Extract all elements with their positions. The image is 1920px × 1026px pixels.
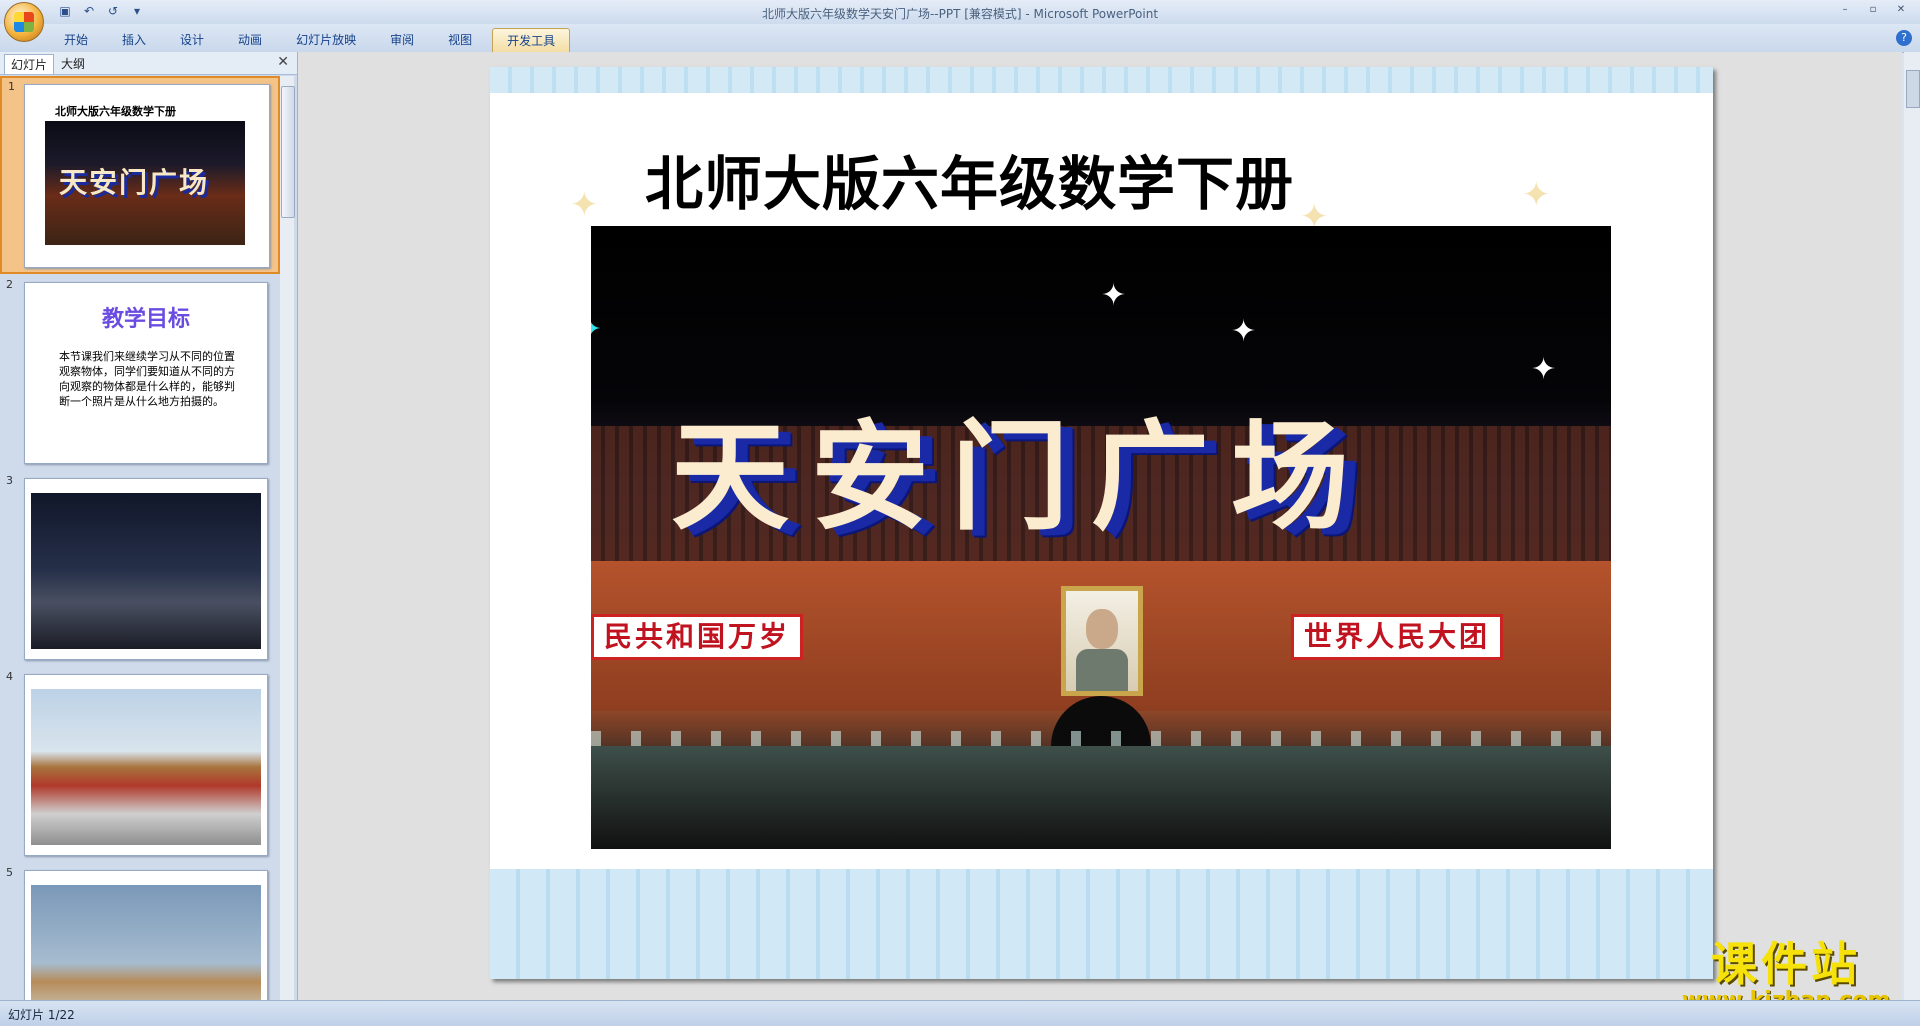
workspace-scrollbar[interactable]	[1904, 52, 1920, 1000]
tab-design[interactable]: 设计	[166, 28, 218, 52]
title-bar: ▣ ↶ ↺ ▾ 北师大版六年级数学天安门广场--PPT [兼容模式] - Mic…	[0, 0, 1920, 24]
help-icon[interactable]: ?	[1896, 30, 1912, 46]
slogan-banner-left: 民共和国万岁	[591, 614, 804, 660]
office-logo-icon	[14, 12, 34, 32]
word-art-title: 天安门广场	[671, 407, 1372, 546]
tab-slideshow[interactable]: 幻灯片放映	[282, 28, 370, 52]
slide-number: 4	[6, 670, 13, 683]
slide-thumbnail[interactable]: 2 教学目标 本节课我们来继续学习从不同的位置观察物体，同学们要知道从不同的方向…	[0, 276, 280, 472]
thumbnail-title: 北师大版六年级数学下册	[55, 105, 176, 118]
slide-counter: 幻灯片 1/22	[8, 1008, 75, 1022]
ribbon: 开始 插入 设计 动画 幻灯片放映 审阅 视图 开发工具 ?	[0, 24, 1920, 53]
thumbnail-list: 1 北师大版六年级数学下册 天安门广场 2 教学目标 本节课我们来继续学习从不同…	[0, 76, 280, 1000]
portrait-face	[1086, 609, 1118, 649]
thumbnail-title: 教学目标	[101, 307, 190, 332]
scrollbar-thumb[interactable]	[281, 86, 295, 218]
pane-close-icon[interactable]: ✕	[277, 54, 289, 70]
window-title: 北师大版六年级数学天安门广场--PPT [兼容模式] - Microsoft P…	[761, 7, 1159, 21]
decorative-band-bottom	[490, 869, 1713, 979]
slide-thumbnail[interactable]: 5	[0, 864, 280, 1000]
slide-thumbnail[interactable]: 1 北师大版六年级数学下册 天安门广场	[0, 76, 280, 274]
thumbnail-photo	[31, 493, 261, 649]
minimize-button[interactable]: –	[1832, 2, 1858, 18]
thumbnail-canvas	[24, 478, 268, 660]
tab-slides[interactable]: 幻灯片	[4, 54, 55, 74]
thumbnail-photo	[31, 689, 261, 845]
watermark-title: 课件站	[1711, 937, 1861, 991]
thumbnail-scrollbar[interactable]	[280, 76, 295, 1000]
slide-number: 2	[6, 278, 13, 291]
tab-outline[interactable]: 大纲	[55, 54, 91, 73]
slides-pane: 幻灯片 大纲 ✕ 1 北师大版六年级数学下册 天安门广场 2 教学目标 本节课我…	[0, 52, 298, 1000]
thumbnail-canvas: 教学目标 本节课我们来继续学习从不同的位置观察物体，同学们要知道从不同的方向观察…	[24, 282, 268, 464]
thumbnail-art-text: 天安门广场	[59, 166, 210, 199]
decorative-band-top	[490, 67, 1713, 93]
office-button[interactable]	[4, 2, 44, 42]
star-icon: ✦	[1101, 278, 1127, 313]
scrollbar-thumb[interactable]	[1906, 70, 1920, 108]
slide-number: 3	[6, 474, 13, 487]
slide-number: 1	[8, 80, 15, 93]
thumbnail-photo	[31, 885, 261, 1000]
star-icon: ✦	[1231, 314, 1257, 349]
thumbnail-canvas: 北师大版六年级数学下册 天安门广场	[24, 84, 270, 268]
maximize-button[interactable]: ▫	[1860, 2, 1886, 18]
slide-number: 5	[6, 866, 13, 879]
thumbnail-canvas	[24, 870, 268, 1000]
tab-home[interactable]: 开始	[50, 28, 102, 52]
slides-pane-tabs: 幻灯片 大纲 ✕	[0, 52, 297, 75]
status-bar: 幻灯片 1/22	[0, 1000, 1920, 1026]
thumbnail-canvas	[24, 674, 268, 856]
sparkle-icon: ✦	[1522, 175, 1551, 215]
ribbon-tabs: 开始 插入 设计 动画 幻灯片放映 审阅 视图 开发工具	[50, 28, 576, 52]
slide-thumbnail[interactable]: 4	[0, 668, 280, 864]
portrait-image	[1061, 586, 1143, 696]
window-controls: – ▫ ✕	[1832, 2, 1914, 18]
tab-insert[interactable]: 插入	[108, 28, 160, 52]
slide-thumbnail[interactable]: 3	[0, 472, 280, 668]
thumbnail-photo: 天安门广场	[45, 121, 245, 245]
slogan-banner-right: 世界人民大团	[1291, 614, 1504, 660]
thumbnail-body: 本节课我们来继续学习从不同的位置观察物体，同学们要知道从不同的方向观察的物体都是…	[59, 350, 235, 408]
portrait-coat	[1076, 649, 1128, 691]
slide-canvas[interactable]: 北师大版六年级数学下册 ✦ ✦ ✦ ✦ ✦ ✦ ✦ 民共和国万岁 世界人民大团 …	[490, 67, 1713, 979]
star-icon: ✦	[591, 312, 602, 347]
tab-animations[interactable]: 动画	[224, 28, 276, 52]
tab-developer[interactable]: 开发工具	[492, 28, 571, 52]
bridge	[591, 746, 1611, 849]
sparkle-icon: ✦	[570, 185, 599, 225]
close-button[interactable]: ✕	[1888, 2, 1914, 18]
tiananmen-photo[interactable]: ✦ ✦ ✦ ✦ 民共和国万岁 世界人民大团 天安门广场	[591, 226, 1611, 849]
slide-title[interactable]: 北师大版六年级数学下册	[645, 137, 1294, 221]
tab-view[interactable]: 视图	[434, 28, 486, 52]
star-icon: ✦	[1531, 352, 1557, 387]
tab-review[interactable]: 审阅	[376, 28, 428, 52]
